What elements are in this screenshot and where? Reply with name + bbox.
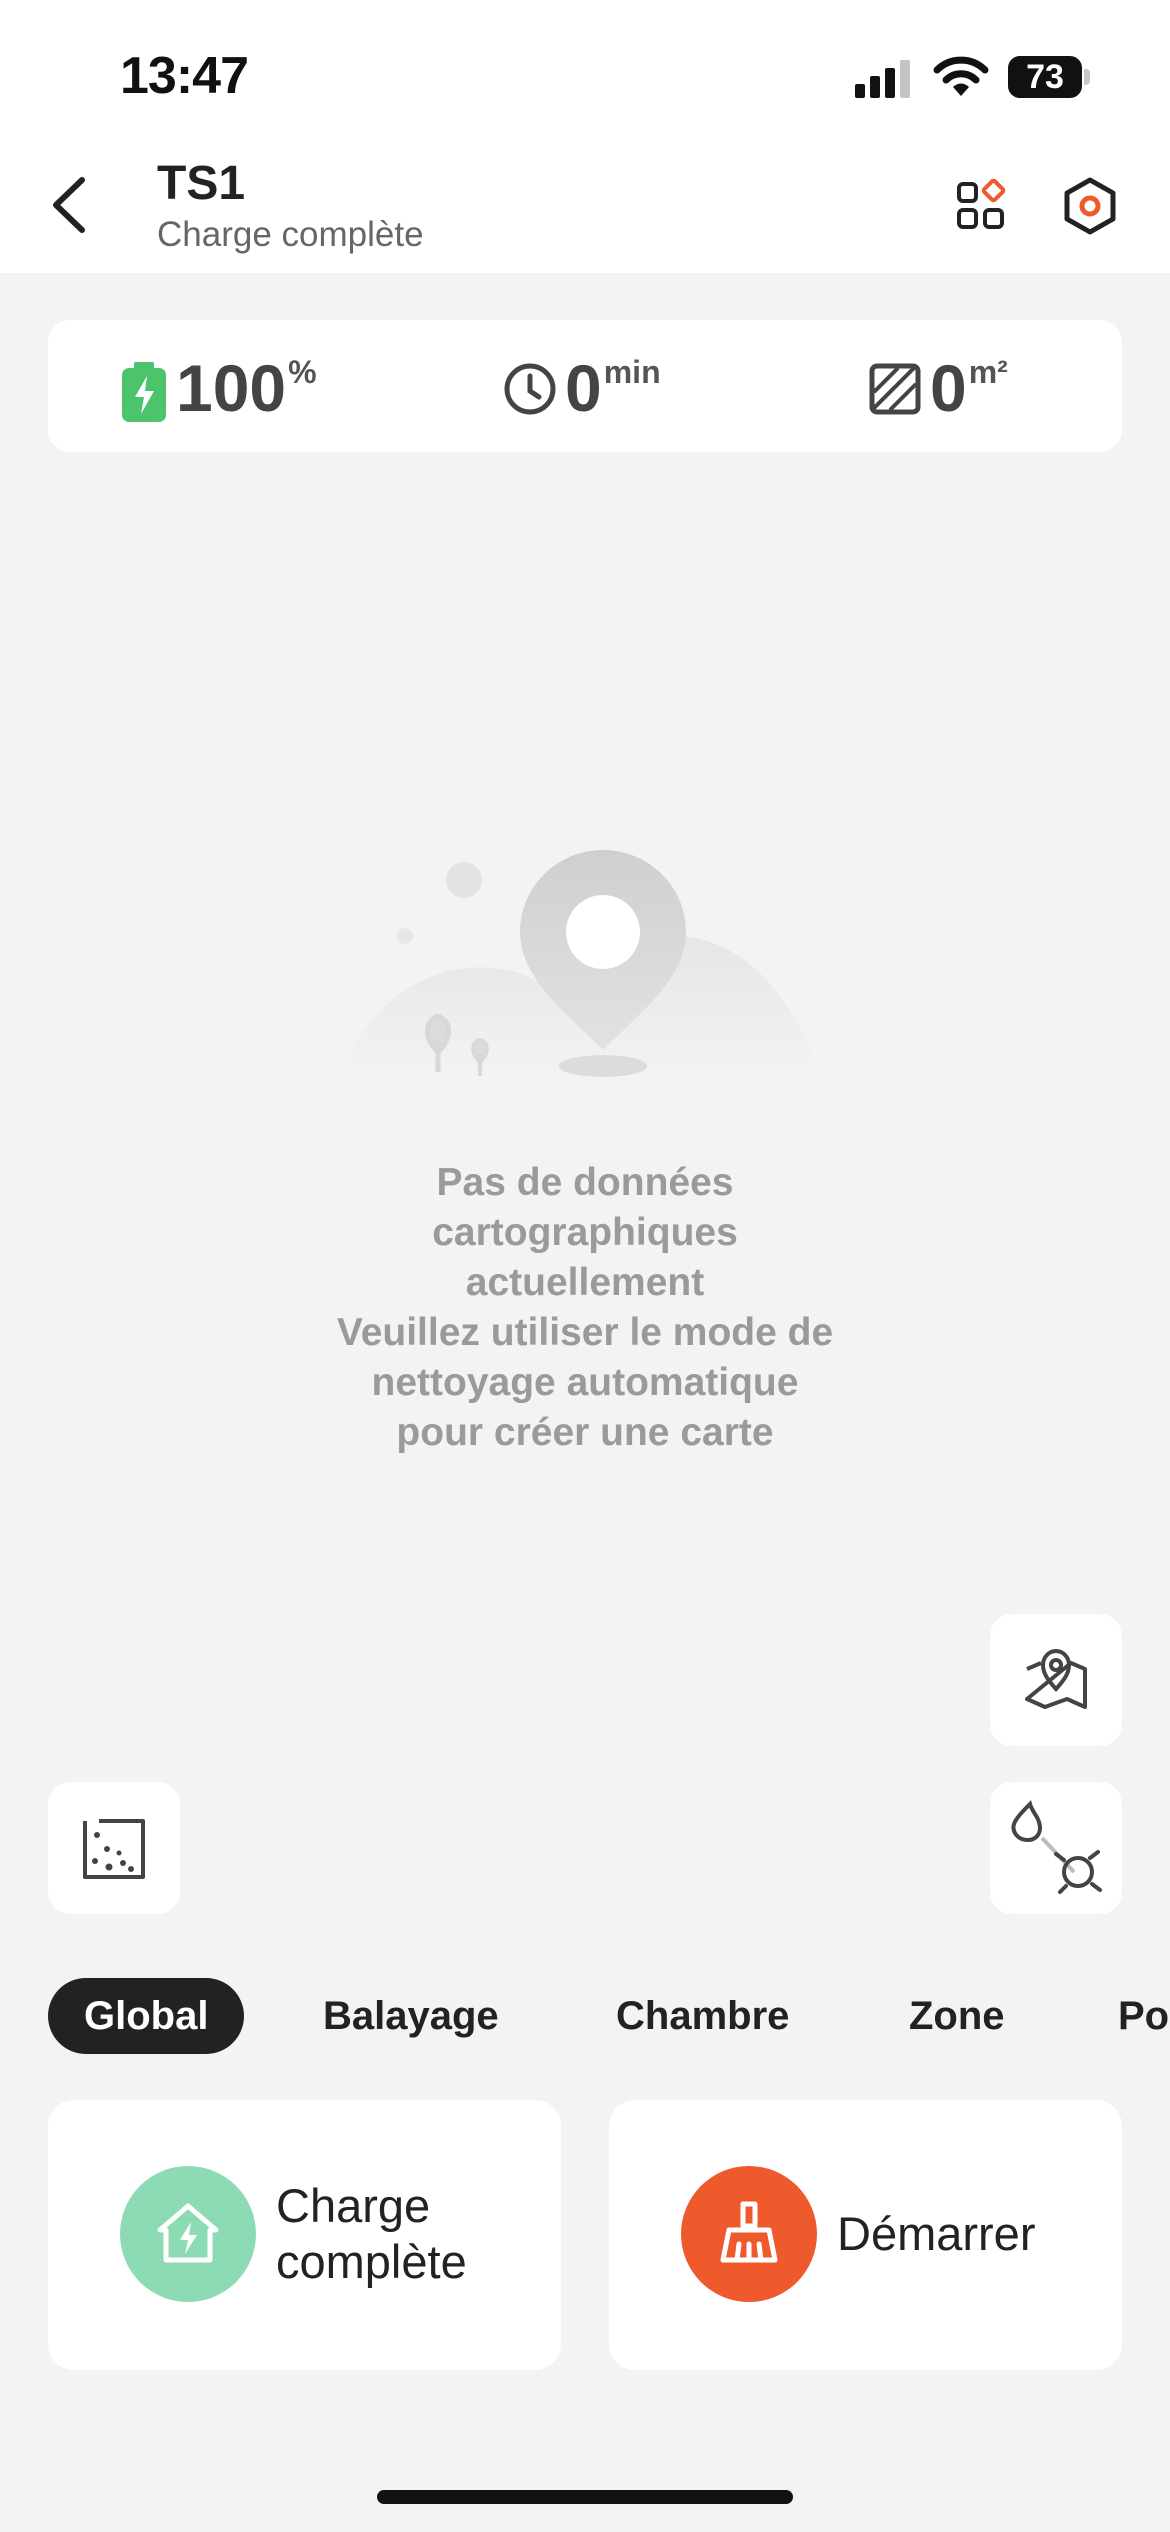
battery-charging-icon [122,362,166,422]
wifi-icon [933,56,989,96]
charge-label-line2: complète [276,2235,467,2288]
time-stat: 0 min [503,348,661,428]
empty-line-6: pour créer une carte [396,1411,774,1454]
empty-line-4: Veuillez utiliser le mode de [336,1311,834,1354]
battery-level: 73 [1026,58,1064,96]
area-value: 0 [930,351,967,425]
settings-icon[interactable] [1060,176,1120,236]
empty-line-2: cartographiques [432,1211,738,1254]
dust-mode-button[interactable] [48,1782,180,1914]
charge-label-line1: Charge [276,2179,431,2232]
battery-status: 73 [1008,56,1090,98]
dust-room-icon [83,1819,145,1879]
battery-stat: 100 % [120,348,317,428]
area-stat: 0 m² [868,348,1008,428]
device-title: TS1 [157,157,246,210]
area-unit: m² [968,354,1008,390]
charge-circle [120,2166,256,2302]
map-pin-icon [1025,1648,1087,1709]
start-label: Démarrer [837,2207,1036,2260]
broom-icon [720,2201,778,2263]
map-edit-button[interactable] [990,1614,1122,1746]
empty-state-message: Pas de données cartographiques actuellem… [235,1158,935,1458]
tab-chambre[interactable]: Chambre [616,1978,789,2054]
apps-grid-icon[interactable] [953,176,1013,236]
battery-value: 100 [176,351,287,425]
start-button[interactable]: Démarrer [609,2100,1122,2370]
start-circle [681,2166,817,2302]
water-suction-icon [1011,1800,1102,1894]
home-indicator [377,2490,793,2504]
empty-line-1: Pas de données [436,1161,734,1204]
battery-unit: % [288,354,317,390]
clock-icon [504,363,556,415]
status-time: 13:47 [120,47,249,105]
app-screen: 13:47 73 TS1 Charge complète 100 % 0 min… [0,0,1170,2532]
back-button[interactable] [40,170,100,240]
empty-line-5: nettoyage automatique [371,1361,799,1404]
empty-map-illustration [340,850,820,1080]
time-value: 0 [565,351,602,425]
tab-balayage[interactable]: Balayage [323,1978,499,2054]
mode-tabs: Global Balayage Chambre Zone Po [0,1978,1170,2054]
home-charge-icon [157,2203,219,2263]
cellular-signal-icon [855,58,915,98]
charge-button[interactable]: Charge complète [48,2100,561,2370]
empty-line-3: actuellement [465,1261,705,1304]
time-unit: min [603,354,661,390]
device-status: Charge complète [157,215,424,254]
stats-card: 100 % 0 min 0 m² [48,320,1122,452]
tab-partial[interactable]: Po [1118,1978,1169,2054]
area-icon [869,363,921,415]
header-area: 13:47 73 TS1 Charge complète [0,0,1170,273]
tab-global[interactable]: Global [48,1978,245,2054]
mop-vacuum-toggle-button[interactable] [990,1782,1122,1914]
tab-zone[interactable]: Zone [909,1978,1005,2054]
